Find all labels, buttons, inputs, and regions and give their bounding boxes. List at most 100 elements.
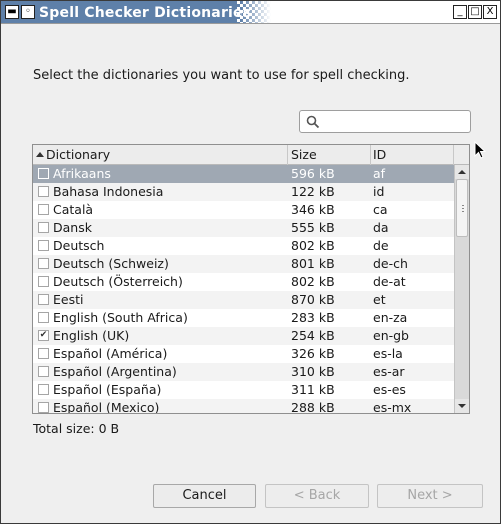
table-row[interactable]: Eesti 870 kB et [33, 291, 454, 309]
table-row[interactable]: Deutsch (Österreich) 802 kB de-at [33, 273, 454, 291]
dictionary-checkbox[interactable] [38, 312, 49, 323]
table-row[interactable]: ✔ English (UK) 254 kB en-gb [33, 327, 454, 345]
dictionary-size: 802 kB [291, 274, 335, 289]
dictionary-id: ca [373, 202, 388, 217]
dictionary-size: 555 kB [291, 220, 335, 235]
vertical-scrollbar[interactable] [454, 165, 469, 413]
dictionary-size: 288 kB [291, 400, 335, 413]
dictionary-size: 310 kB [291, 364, 335, 379]
dictionary-size: 254 kB [291, 328, 335, 343]
dictionary-size: 596 kB [291, 166, 335, 181]
dictionary-size: 801 kB [291, 256, 335, 271]
dictionary-checkbox[interactable] [38, 240, 49, 251]
back-button[interactable]: < Back [265, 484, 369, 508]
table-row[interactable]: Deutsch 802 kB de [33, 237, 454, 255]
table-row[interactable]: Català 346 kB ca [33, 201, 454, 219]
table-header: Dictionary Size ID [33, 145, 469, 165]
dictionary-name: Dansk [53, 220, 92, 235]
table-row[interactable]: Dansk 555 kB da [33, 219, 454, 237]
dictionary-name: Català [53, 202, 94, 217]
dialog-content: Select the dictionaries you want to use … [5, 25, 496, 521]
scroll-down-button[interactable] [455, 399, 469, 413]
dictionary-id: es-es [373, 382, 406, 397]
scrollbar-thumb[interactable] [456, 179, 468, 237]
dictionary-id: de-at [373, 274, 406, 289]
table-row[interactable]: Español (España) 311 kB es-es [33, 381, 454, 399]
table-row[interactable]: Deutsch (Schweiz) 801 kB de-ch [33, 255, 454, 273]
dictionary-checkbox[interactable] [38, 348, 49, 359]
dictionary-size: 870 kB [291, 292, 335, 307]
dictionary-name: English (UK) [53, 328, 130, 343]
cancel-button[interactable]: Cancel [153, 484, 256, 508]
table-body: Afrikaans 596 kB af Bahasa Indonesia 122 kB i… [33, 165, 454, 413]
dictionary-size: 346 kB [291, 202, 335, 217]
dictionary-name: Español (América) [53, 346, 168, 361]
dictionary-name: Deutsch (Österreich) [53, 274, 183, 289]
dictionary-size: 283 kB [291, 310, 335, 325]
mouse-pointer-icon [474, 141, 487, 159]
close-button[interactable]: X [483, 5, 497, 19]
dictionary-size: 122 kB [291, 184, 335, 199]
sort-ascending-icon [36, 152, 44, 157]
dictionary-id: es-la [373, 346, 403, 361]
search-icon [306, 115, 320, 129]
dictionary-name: Deutsch (Schweiz) [53, 256, 169, 271]
table-row[interactable]: English (South Africa) 283 kB en-za [33, 309, 454, 327]
dictionary-checkbox[interactable] [38, 186, 49, 197]
dialog-window: ▬ ◦ Spell Checker Dictionaries _ □ X Sel… [0, 0, 501, 524]
dictionary-table: Dictionary Size ID Afrikaans 596 kB af Baha… [32, 144, 470, 414]
sticky-icon[interactable]: ◦ [21, 5, 35, 19]
dictionary-checkbox[interactable] [38, 402, 49, 413]
grip-icon [462, 205, 464, 214]
minimize-button[interactable]: _ [453, 5, 467, 19]
dictionary-checkbox[interactable]: ✔ [38, 330, 49, 341]
dictionary-checkbox[interactable] [38, 276, 49, 287]
dictionary-id: es-ar [373, 364, 405, 379]
dictionary-id: de-ch [373, 256, 408, 271]
dictionary-checkbox[interactable] [38, 366, 49, 377]
column-header-size[interactable]: Size [288, 145, 371, 165]
dictionary-name: Bahasa Indonesia [53, 184, 164, 199]
dictionary-id: en-gb [373, 328, 409, 343]
dictionary-id: es-mx [373, 400, 412, 413]
total-size-label: Total size: 0 B [33, 421, 120, 436]
search-input[interactable] [299, 110, 471, 133]
dictionary-size: 802 kB [291, 238, 335, 253]
scroll-up-button[interactable] [455, 165, 469, 179]
dictionary-size: 311 kB [291, 382, 335, 397]
table-row[interactable]: Español (América) 326 kB es-la [33, 345, 454, 363]
maximize-button[interactable]: □ [468, 5, 482, 19]
dictionary-checkbox[interactable] [38, 384, 49, 395]
dictionary-name: Afrikaans [53, 166, 111, 181]
column-header-id[interactable]: ID [371, 145, 454, 165]
dictionary-name: Español (Mexico) [53, 400, 160, 413]
dictionary-id: de [373, 238, 389, 253]
dictionary-name: Español (España) [53, 382, 162, 397]
column-header-dictionary[interactable]: Dictionary [33, 145, 288, 165]
dictionary-name: Eesti [53, 292, 84, 307]
title-bar[interactable]: ▬ ◦ Spell Checker Dictionaries _ □ X [1, 1, 500, 24]
dictionary-id: af [373, 166, 386, 181]
window-menu-icon[interactable]: ▬ [5, 5, 19, 19]
column-header-filler [454, 145, 469, 165]
dictionary-id: da [373, 220, 389, 235]
table-row[interactable]: Bahasa Indonesia 122 kB id [33, 183, 454, 201]
table-row[interactable]: Español (Argentina) 310 kB es-ar [33, 363, 454, 381]
dictionary-id: et [373, 292, 386, 307]
dictionary-name: English (South Africa) [53, 310, 188, 325]
dictionary-checkbox[interactable] [38, 258, 49, 269]
dictionary-name: Español (Argentina) [53, 364, 177, 379]
instruction-text: Select the dictionaries you want to use … [33, 68, 410, 83]
dictionary-checkbox[interactable] [38, 222, 49, 233]
dictionary-id: en-za [373, 310, 408, 325]
dictionary-checkbox[interactable] [38, 204, 49, 215]
window-title: Spell Checker Dictionaries [39, 5, 252, 21]
next-button[interactable]: Next > [377, 484, 483, 508]
dictionary-id: id [373, 184, 385, 199]
dictionary-checkbox[interactable] [38, 168, 49, 179]
table-row[interactable]: Afrikaans 596 kB af [33, 165, 454, 183]
table-row[interactable]: Español (Mexico) 288 kB es-mx [33, 399, 454, 413]
dictionary-checkbox[interactable] [38, 294, 49, 305]
dictionary-size: 326 kB [291, 346, 335, 361]
dictionary-name: Deutsch [53, 238, 105, 253]
